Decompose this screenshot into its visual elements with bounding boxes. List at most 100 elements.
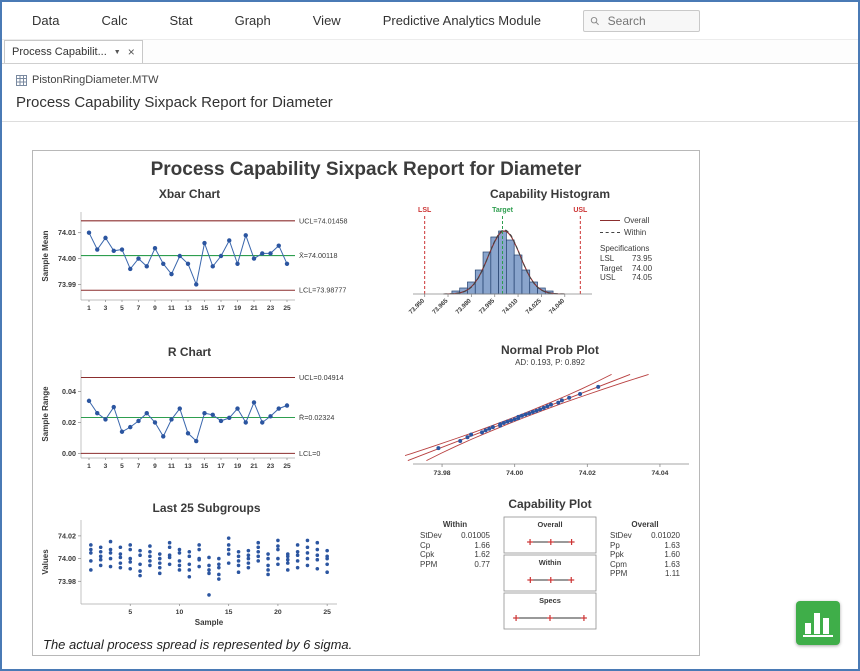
svg-text:15: 15 [201, 463, 209, 470]
tab-bar: Process Capabilit... ▼ × [2, 40, 858, 64]
overall-ppk-label: Ppk [610, 550, 624, 560]
svg-text:7: 7 [137, 463, 141, 470]
svg-text:74.01: 74.01 [58, 228, 76, 237]
svg-text:11: 11 [168, 305, 175, 312]
overall-ppk-row: Ppk1.60 [610, 550, 680, 560]
svg-text:17: 17 [217, 305, 225, 312]
svg-text:73.99: 73.99 [58, 280, 76, 289]
svg-text:X̄=74.00118: X̄=74.00118 [299, 251, 337, 260]
menu-item-graph[interactable]: Graph [235, 13, 271, 28]
svg-text:LSL: LSL [418, 207, 432, 214]
legend-within: Within [600, 228, 692, 237]
header-divider [2, 121, 858, 122]
menu-item-view[interactable]: View [313, 13, 341, 28]
legend-overall: Overall [600, 216, 692, 225]
within-cpk-label: Cpk [420, 550, 434, 560]
svg-text:74.02: 74.02 [579, 470, 596, 477]
svg-text:7: 7 [137, 305, 141, 312]
svg-text:74.04: 74.04 [651, 470, 668, 477]
spec-row-target: Target 74.00 [600, 264, 692, 274]
overall-pp-value: 1.63 [664, 541, 680, 551]
svg-text:17: 17 [217, 463, 225, 470]
overall-stdev-value: 0.01020 [651, 531, 680, 541]
svg-text:74.00: 74.00 [58, 254, 76, 263]
search-input[interactable] [606, 13, 693, 29]
svg-text:Sample: Sample [195, 618, 224, 627]
svg-text:5: 5 [120, 305, 124, 312]
svg-text:23: 23 [267, 305, 275, 312]
svg-text:15: 15 [201, 305, 209, 312]
menu-item-calc[interactable]: Calc [101, 13, 127, 28]
within-stats-title: Within [420, 520, 490, 529]
svg-text:25: 25 [283, 463, 291, 470]
within-cp-value: 1.66 [474, 541, 490, 551]
overall-ppm-row: PPM 1.11 [610, 569, 680, 579]
last25-plot: 73.9874.0074.02510152025SampleValues [39, 516, 374, 647]
svg-text:73.98: 73.98 [58, 577, 76, 586]
svg-text:73.980: 73.980 [454, 297, 473, 316]
svg-text:Within: Within [539, 558, 562, 567]
spec-lsl-value: 73.95 [632, 254, 652, 264]
svg-text:73.965: 73.965 [431, 297, 450, 316]
rchart-svg: UCL=0.04914R̄=0.02324LCL=00.000.020.0413… [39, 360, 369, 494]
xbar-chart-title: Xbar Chart [39, 187, 374, 202]
menu-item-predictive-analytics[interactable]: Predictive Analytics Module [383, 13, 541, 28]
svg-text:73.995: 73.995 [478, 297, 497, 316]
worksheet-icon [16, 75, 27, 86]
menu-item-data[interactable]: Data [32, 13, 59, 28]
svg-text:9: 9 [153, 463, 157, 470]
capability-intervals: OverallWithinSpecs [498, 516, 602, 639]
overall-ppm-label: PPM [610, 569, 627, 579]
overall-stdev-label: StDev [610, 531, 632, 541]
tab-process-capability[interactable]: Process Capabilit... ▼ × [4, 40, 143, 63]
chevron-down-icon[interactable]: ▼ [114, 49, 121, 56]
search-box[interactable] [583, 10, 700, 32]
svg-text:19: 19 [234, 463, 242, 470]
r-chart-plot: UCL=0.04914R̄=0.02324LCL=00.000.020.0413… [39, 360, 374, 499]
svg-text:15: 15 [225, 609, 233, 616]
svg-text:10: 10 [176, 609, 184, 616]
histogram-legend: Overall Within Specifications LSL 73.95 … [600, 202, 692, 343]
close-icon[interactable]: × [128, 47, 135, 57]
spec-row-usl: USL 74.05 [600, 273, 692, 283]
menu-item-stat[interactable]: Stat [169, 13, 192, 28]
svg-text:Values: Values [41, 549, 50, 575]
histogram-title: Capability Histogram [405, 187, 695, 202]
svg-text:USL: USL [573, 207, 588, 214]
svg-text:74.025: 74.025 [524, 297, 543, 316]
r-chart-title: R Chart [39, 345, 374, 360]
prob-svg: 73.9874.0074.0274.04 [405, 368, 695, 486]
page-title: Process Capability Sixpack Report for Di… [16, 94, 844, 111]
app-window: Data Calc Stat Graph View Predictive Ana… [0, 0, 860, 671]
svg-text:74.00: 74.00 [506, 470, 523, 477]
svg-text:Sample Mean: Sample Mean [41, 230, 50, 281]
report-footnote: The actual process spread is represented… [43, 637, 352, 652]
menu-bar: Data Calc Stat Graph View Predictive Ana… [2, 2, 858, 40]
within-cp-label: Cp [420, 541, 430, 551]
capplot-svg: OverallWithinSpecs [498, 516, 602, 634]
svg-text:UCL=0.04914: UCL=0.04914 [299, 373, 344, 382]
last25-title: Last 25 Subgroups [39, 501, 374, 516]
report-panel: Process Capability Sixpack Report for Di… [32, 150, 700, 656]
last25-svg: 73.9874.0074.02510152025SampleValues [39, 516, 369, 642]
assistant-button[interactable] [796, 601, 840, 645]
overall-pp-label: Pp [610, 541, 620, 551]
svg-text:5: 5 [128, 609, 132, 616]
svg-text:20: 20 [274, 609, 282, 616]
within-cpk-value: 1.62 [474, 550, 490, 560]
svg-text:74.010: 74.010 [501, 297, 520, 316]
worksheet-name: PistonRingDiameter.MTW [32, 74, 159, 86]
last25-subgroups-cell: Last 25 Subgroups 73.9874.0074.025101520… [39, 501, 374, 647]
svg-text:R̄=0.02324: R̄=0.02324 [299, 413, 334, 422]
within-ppm-label: PPM [420, 560, 437, 570]
worksheet-row: PistonRingDiameter.MTW [16, 74, 844, 86]
overall-ppm-value: 1.11 [665, 569, 680, 579]
report-title: Process Capability Sixpack Report for Di… [33, 159, 699, 181]
xbar-svg: UCL=74.01458X̄=74.00118LCL=73.9877773.99… [39, 202, 369, 336]
spec-target-value: 74.00 [632, 264, 652, 274]
svg-text:Specs: Specs [539, 596, 561, 605]
svg-text:9: 9 [153, 305, 157, 312]
svg-text:5: 5 [120, 463, 124, 470]
svg-text:0.04: 0.04 [62, 387, 76, 396]
spec-lsl-label: LSL [600, 254, 632, 264]
